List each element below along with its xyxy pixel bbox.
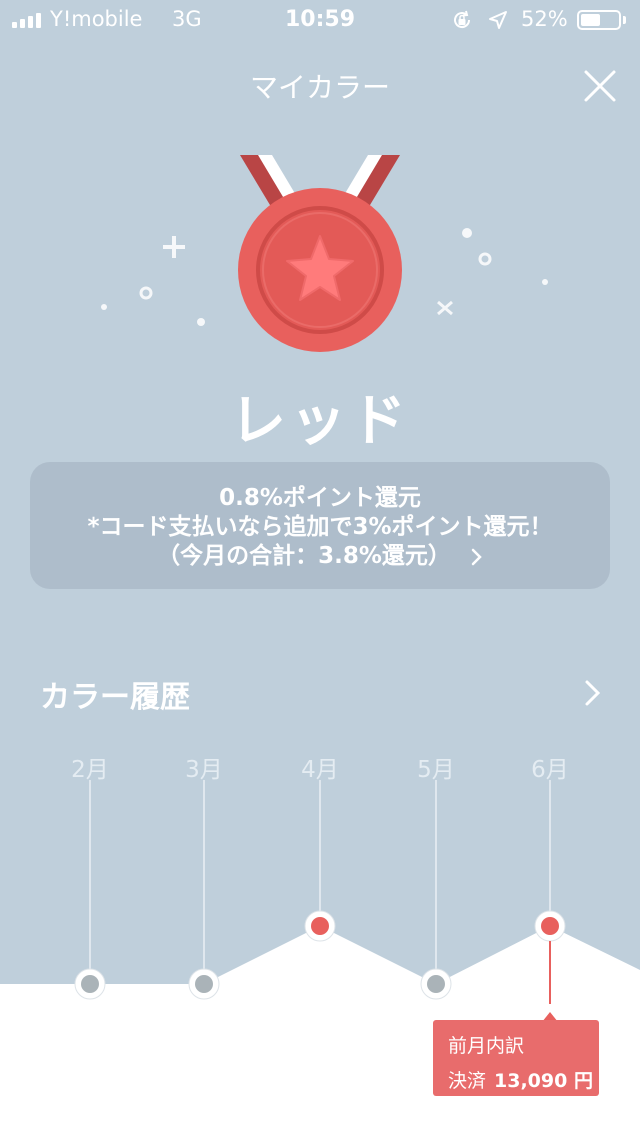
previous-month-breakdown-tooltip: 前月内訳 決済 13,090 円 <box>433 1020 599 1096</box>
tooltip-label: 決済 <box>448 1070 487 1092</box>
month-point-red[interactable] <box>541 917 559 935</box>
color-name: レッド <box>230 389 410 454</box>
medal-star-icon <box>101 155 548 352</box>
tooltip-amount: 13,090 円 <box>494 1070 593 1092</box>
month-point-gray[interactable] <box>195 975 213 993</box>
month-point-gray[interactable] <box>427 975 445 993</box>
color-history-title[interactable]: カラー履歴 <box>40 672 190 716</box>
monthly-total-text: （今月の合計：3.8%還元） <box>157 543 451 569</box>
point-rate-text: 0.8%ポイント還元 <box>219 485 421 511</box>
month-point-red[interactable] <box>311 917 329 935</box>
tooltip-title: 前月内訳 <box>448 1035 525 1057</box>
month-point-gray[interactable] <box>81 975 99 993</box>
code-payment-bonus-text: *コード支払いなら追加で3%ポイント還元！ <box>87 514 553 540</box>
chevron-right-icon <box>471 548 482 565</box>
chevron-right-icon[interactable] <box>582 678 604 708</box>
point-info-card[interactable]: 0.8%ポイント還元 *コード支払いなら追加で3%ポイント還元！ （今月の合計：… <box>30 462 610 589</box>
